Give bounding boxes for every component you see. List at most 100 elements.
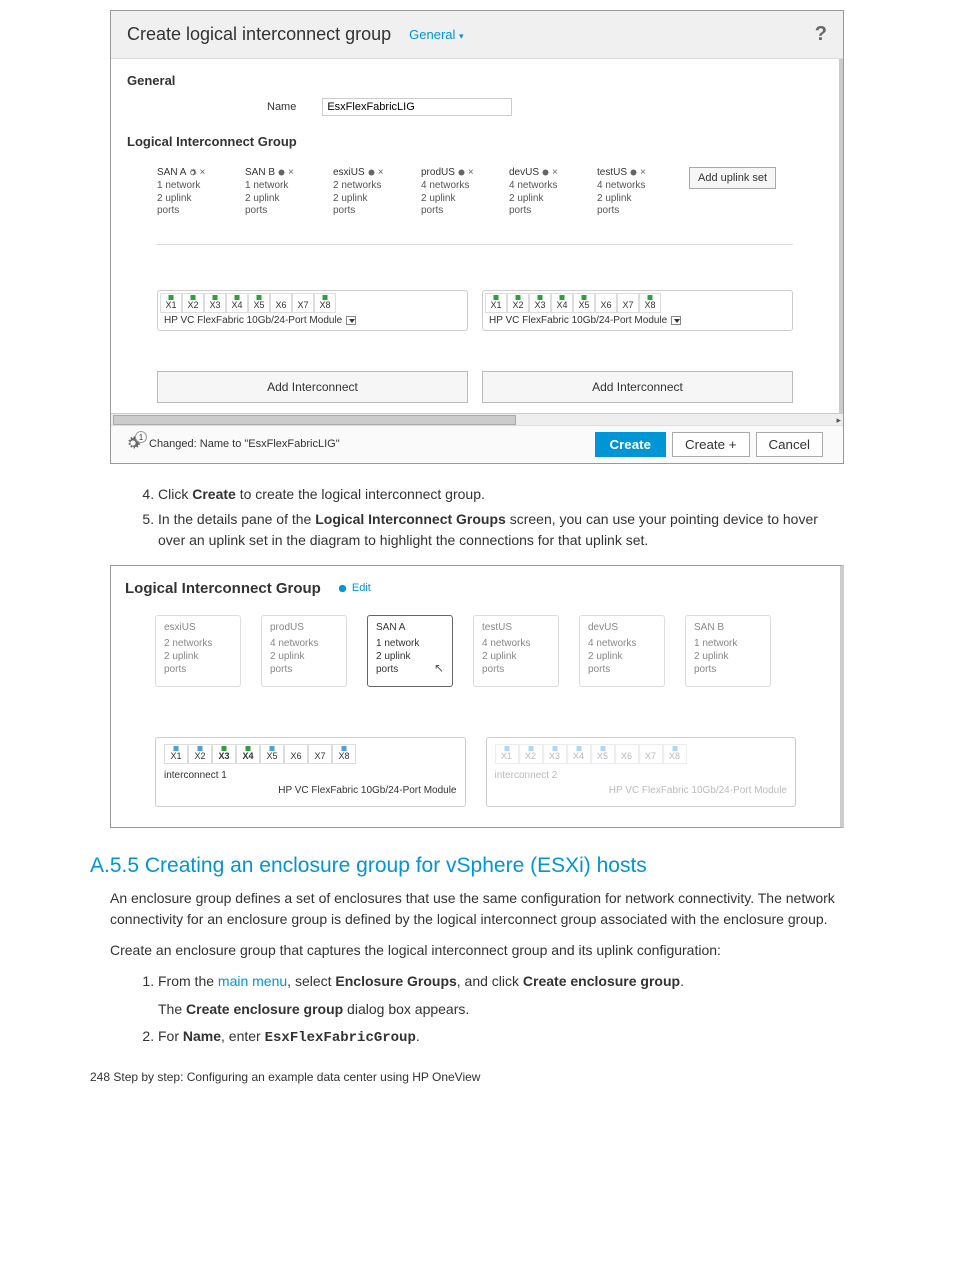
port[interactable]: X5 [248, 293, 270, 313]
uplink-set[interactable]: esxiUS × 2 networks2 uplinkports [333, 167, 403, 218]
gear-icon[interactable] [457, 168, 466, 177]
uplink-card[interactable]: esxiUS2 networks2 uplinkports [155, 615, 241, 688]
changed-status: Changed: Name to "EsxFlexFabricLIG" [149, 438, 340, 450]
port-highlighted[interactable]: X3 [212, 744, 236, 764]
port[interactable]: X4 [226, 293, 248, 313]
port[interactable]: X5 [260, 744, 284, 764]
lig-detail-view: Logical Interconnect Group Edit esxiUS2 … [110, 565, 844, 829]
uplink-card[interactable]: testUS4 networks2 uplinkports [473, 615, 559, 688]
horizontal-scrollbar[interactable]: ▸ [111, 413, 843, 425]
wiring-diagram [155, 697, 796, 737]
close-icon[interactable]: × [468, 167, 474, 178]
module-dropdown-icon[interactable] [671, 316, 681, 325]
port[interactable]: X6 [615, 744, 639, 764]
section-heading: A.5.5 Creating an enclosure group for vS… [90, 854, 914, 878]
activity-icon[interactable]: 1 [125, 435, 141, 454]
module-name: HP VC FlexFabric 10Gb/24-Port Module [489, 315, 667, 326]
page-footer: 248 Step by step: Configuring an example… [90, 1070, 914, 1084]
main-menu-link[interactable]: main menu [218, 973, 287, 989]
interconnect-label: interconnect 1 [164, 770, 457, 781]
port[interactable]: X5 [591, 744, 615, 764]
close-icon[interactable]: × [378, 167, 384, 178]
name-input[interactable] [322, 98, 512, 116]
port[interactable]: X2 [182, 293, 204, 313]
port[interactable]: X6 [595, 293, 617, 313]
edit-link[interactable]: Edit [337, 582, 371, 594]
uplink-card-hovered[interactable]: SAN A1 network2 uplinkports↖ [367, 615, 453, 688]
create-button[interactable]: Create [595, 432, 667, 457]
create-plus-button[interactable]: Create + [672, 432, 750, 457]
interconnect-bay-1: X1 X2 X3 X4 X5 X6 X7 X8 HP VC FlexFabric… [157, 290, 468, 331]
close-icon[interactable]: × [552, 167, 558, 178]
uplink-set[interactable]: SAN A × 1 network2 uplinkports [157, 167, 227, 218]
instruction-text: Click Create to create the logical inter… [110, 484, 844, 551]
interconnect-label: interconnect 2 [495, 770, 788, 781]
gear-icon[interactable] [277, 168, 286, 177]
uplink-card[interactable]: SAN B1 network2 uplinkports [685, 615, 771, 688]
uplink-set[interactable]: prodUS × 4 networks2 uplinkports [421, 167, 491, 218]
step-2: For Name, enter EsxFlexFabricGroup. [158, 1026, 844, 1050]
port[interactable]: X1 [485, 293, 507, 313]
port[interactable]: X7 [639, 744, 663, 764]
view-dropdown[interactable]: General ▾ [409, 27, 463, 42]
dialog-header: Create logical interconnect group Genera… [111, 11, 843, 59]
interconnect-2: X1 X2 X3 X4 X5 X6 X7 X8 interconnect 2 H… [486, 737, 797, 807]
uplink-set[interactable]: devUS × 4 networks2 uplinkports [509, 167, 579, 218]
cursor-icon: ↖ [434, 661, 444, 677]
port[interactable]: X5 [573, 293, 595, 313]
gear-icon[interactable] [188, 168, 197, 177]
gear-icon[interactable] [541, 168, 550, 177]
port[interactable]: X8 [314, 293, 336, 313]
port[interactable]: X2 [519, 744, 543, 764]
step-4: Click Create to create the logical inter… [158, 484, 844, 505]
dialog-title: Create logical interconnect group [127, 24, 391, 45]
port[interactable]: X8 [332, 744, 356, 764]
lig-section-label: Logical Interconnect Group [127, 134, 823, 149]
module-name: HP VC FlexFabric 10Gb/24-Port Module [164, 785, 457, 796]
cancel-button[interactable]: Cancel [756, 432, 824, 457]
add-interconnect-button[interactable]: Add Interconnect [482, 371, 793, 403]
port[interactable]: X1 [160, 293, 182, 313]
module-name: HP VC FlexFabric 10Gb/24-Port Module [495, 785, 788, 796]
port[interactable]: X7 [617, 293, 639, 313]
help-icon[interactable]: ? [815, 23, 827, 46]
name-label: Name [267, 101, 296, 113]
uplink-sets-row: SAN A × 1 network2 uplinkports SAN B × 1… [157, 167, 823, 218]
port[interactable]: X3 [543, 744, 567, 764]
detail-title: Logical Interconnect Group [125, 580, 321, 597]
port[interactable]: X2 [188, 744, 212, 764]
module-name: HP VC FlexFabric 10Gb/24-Port Module [164, 315, 342, 326]
port[interactable]: X7 [308, 744, 332, 764]
uplink-card[interactable]: devUS4 networks2 uplinkports [579, 615, 665, 688]
step-5: In the details pane of the Logical Inter… [158, 509, 844, 551]
port[interactable]: X6 [284, 744, 308, 764]
gear-icon[interactable] [367, 168, 376, 177]
close-icon[interactable]: × [199, 167, 205, 178]
module-dropdown-icon[interactable] [346, 316, 356, 325]
port[interactable]: X8 [639, 293, 661, 313]
port[interactable]: X1 [164, 744, 188, 764]
uplink-card[interactable]: prodUS4 networks2 uplinkports [261, 615, 347, 688]
activity-count: 1 [135, 431, 147, 443]
gear-icon[interactable] [629, 168, 638, 177]
add-interconnect-button[interactable]: Add Interconnect [157, 371, 468, 403]
paragraph: An enclosure group defines a set of encl… [110, 888, 844, 930]
port[interactable]: X7 [292, 293, 314, 313]
port[interactable]: X8 [663, 744, 687, 764]
close-icon[interactable]: × [288, 167, 294, 178]
add-uplink-set-button[interactable]: Add uplink set [689, 167, 776, 189]
general-section-label: General [127, 73, 823, 88]
uplink-set[interactable]: SAN B × 1 network2 uplinkports [245, 167, 315, 218]
port[interactable]: X3 [529, 293, 551, 313]
step-1: From the main menu, select Enclosure Gro… [158, 971, 844, 1020]
port[interactable]: X1 [495, 744, 519, 764]
port-highlighted[interactable]: X4 [236, 744, 260, 764]
paragraph: Create an enclosure group that captures … [110, 940, 844, 961]
port[interactable]: X3 [204, 293, 226, 313]
port[interactable]: X2 [507, 293, 529, 313]
port[interactable]: X4 [567, 744, 591, 764]
uplink-set[interactable]: testUS × 4 networks2 uplinkports [597, 167, 667, 218]
close-icon[interactable]: × [640, 167, 646, 178]
port[interactable]: X6 [270, 293, 292, 313]
port[interactable]: X4 [551, 293, 573, 313]
